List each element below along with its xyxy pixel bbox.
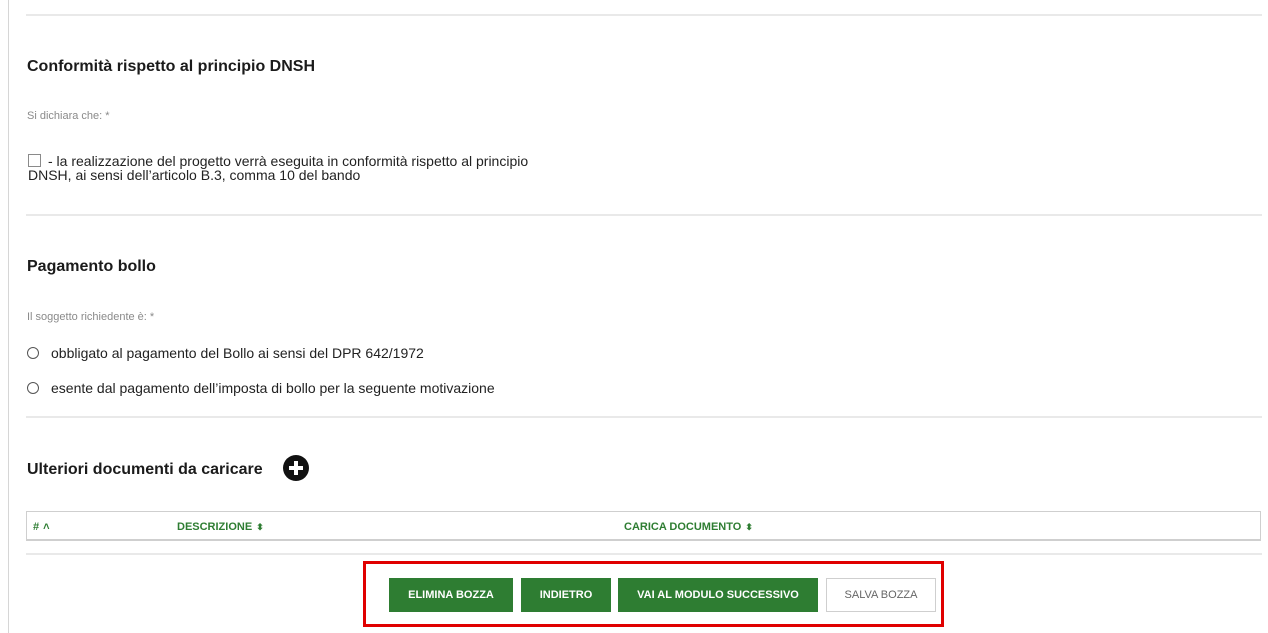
radio-button[interactable] (27, 347, 39, 359)
sort-icon: ⬍ (745, 521, 753, 532)
section-title-bollo: Pagamento bollo (27, 258, 156, 275)
radio-button[interactable] (27, 382, 39, 394)
section-title-dnsh: Conformità rispetto al principio DNSH (27, 58, 316, 75)
bollo-hint: Il soggetto richiedente è: * (27, 311, 155, 323)
delete-draft-button[interactable]: ELIMINA BOZZA (389, 578, 513, 612)
section-title-docs: Ulteriori documenti da caricare (27, 461, 263, 478)
divider (26, 214, 1262, 216)
radio-option-esente[interactable]: esente dal pagamento dell’imposta di bol… (27, 380, 495, 396)
radio-label: obbligato al pagamento del Bollo ai sens… (51, 345, 424, 361)
next-module-button[interactable]: VAI AL MODULO SUCCESSIVO (618, 578, 818, 612)
documents-table: # ˄ DESCRIZIONE ⬍ CARICA DOCUMENTO ⬍ (26, 511, 1261, 541)
save-draft-button[interactable]: SALVA BOZZA (826, 578, 936, 612)
dnsh-label-line2: DNSH, ai sensi dell’articolo B.3, comma … (28, 167, 361, 183)
divider (26, 14, 1262, 16)
column-header-index[interactable]: # ˄ (33, 521, 50, 533)
column-header-carica-documento[interactable]: CARICA DOCUMENTO ⬍ (624, 521, 753, 533)
plus-circle-icon[interactable] (283, 455, 309, 481)
left-border (8, 0, 9, 633)
dnsh-checkbox-label: - la realizzazione del progetto verrà es… (28, 154, 648, 182)
sort-up-icon: ˄ (43, 521, 50, 533)
divider (26, 416, 1262, 418)
column-label: DESCRIZIONE (177, 521, 253, 533)
dnsh-hint: Si dichiara che: * (27, 110, 110, 122)
column-label: # (33, 521, 40, 533)
radio-option-obbligato[interactable]: obbligato al pagamento del Bollo ai sens… (27, 345, 424, 361)
back-button[interactable]: INDIETRO (521, 578, 611, 612)
sort-icon: ⬍ (256, 521, 264, 532)
divider (26, 553, 1262, 555)
column-header-descrizione[interactable]: DESCRIZIONE ⬍ (177, 521, 264, 533)
column-label: CARICA DOCUMENTO (624, 521, 742, 533)
radio-label: esente dal pagamento dell’imposta di bol… (51, 380, 495, 396)
